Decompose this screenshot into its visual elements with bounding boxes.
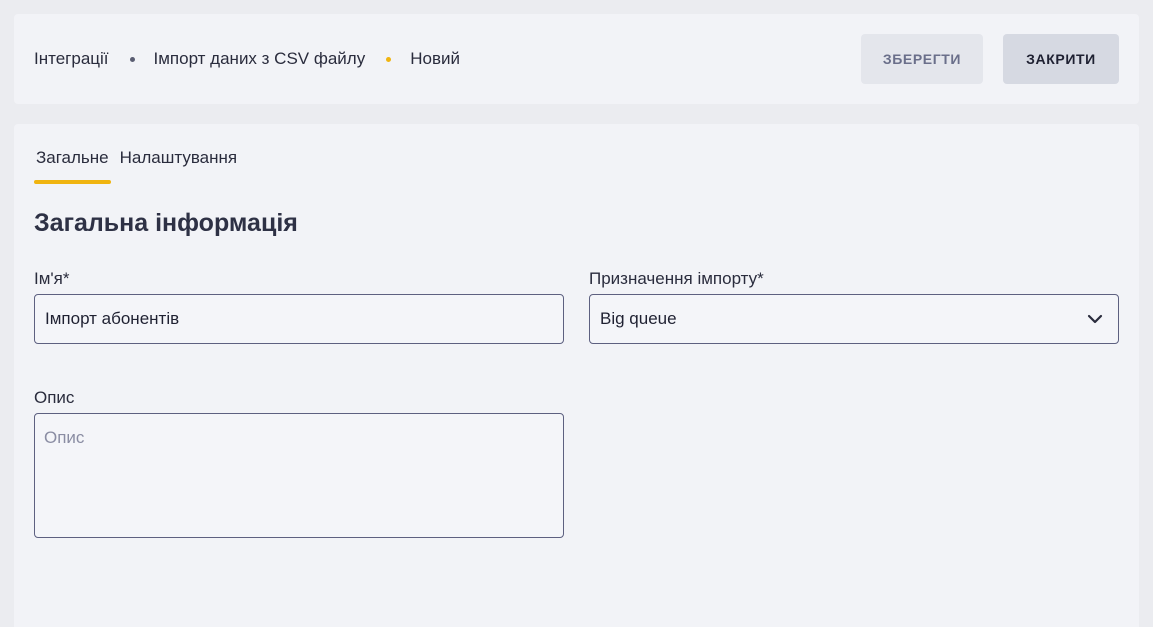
- breadcrumb-item-integrations[interactable]: Інтеграції: [34, 49, 109, 69]
- purpose-select[interactable]: Big queue: [589, 294, 1119, 344]
- breadcrumb: Інтеграції Імпорт даних з CSV файлу Нови…: [34, 14, 460, 104]
- tab-settings[interactable]: Налаштування: [118, 148, 240, 184]
- breadcrumb-item-csv-import[interactable]: Імпорт даних з CSV файлу: [154, 49, 366, 69]
- description-field[interactable]: [34, 413, 564, 538]
- chevron-down-icon: [1087, 314, 1103, 324]
- header-bar: Інтеграції Імпорт даних з CSV файлу Нови…: [14, 14, 1139, 104]
- breadcrumb-separator-accent: [386, 56, 392, 62]
- close-button[interactable]: ЗАКРИТИ: [1003, 34, 1119, 84]
- save-button[interactable]: ЗБЕРЕГТИ: [861, 34, 983, 84]
- main-panel: Загальне Налаштування Загальна інформаці…: [14, 124, 1139, 627]
- description-label: Опис: [34, 388, 75, 407]
- name-label: Ім'я*: [34, 269, 70, 288]
- purpose-label: Призначення імпорту*: [589, 269, 764, 288]
- tab-bar: Загальне Налаштування: [34, 148, 239, 184]
- purpose-select-value: Big queue: [600, 309, 677, 328]
- section-title: Загальна інформація: [34, 209, 298, 237]
- breadcrumb-item-current: Новий: [410, 49, 460, 68]
- breadcrumb-separator: [129, 56, 135, 62]
- tab-general[interactable]: Загальне: [34, 148, 111, 184]
- name-field[interactable]: [34, 294, 564, 344]
